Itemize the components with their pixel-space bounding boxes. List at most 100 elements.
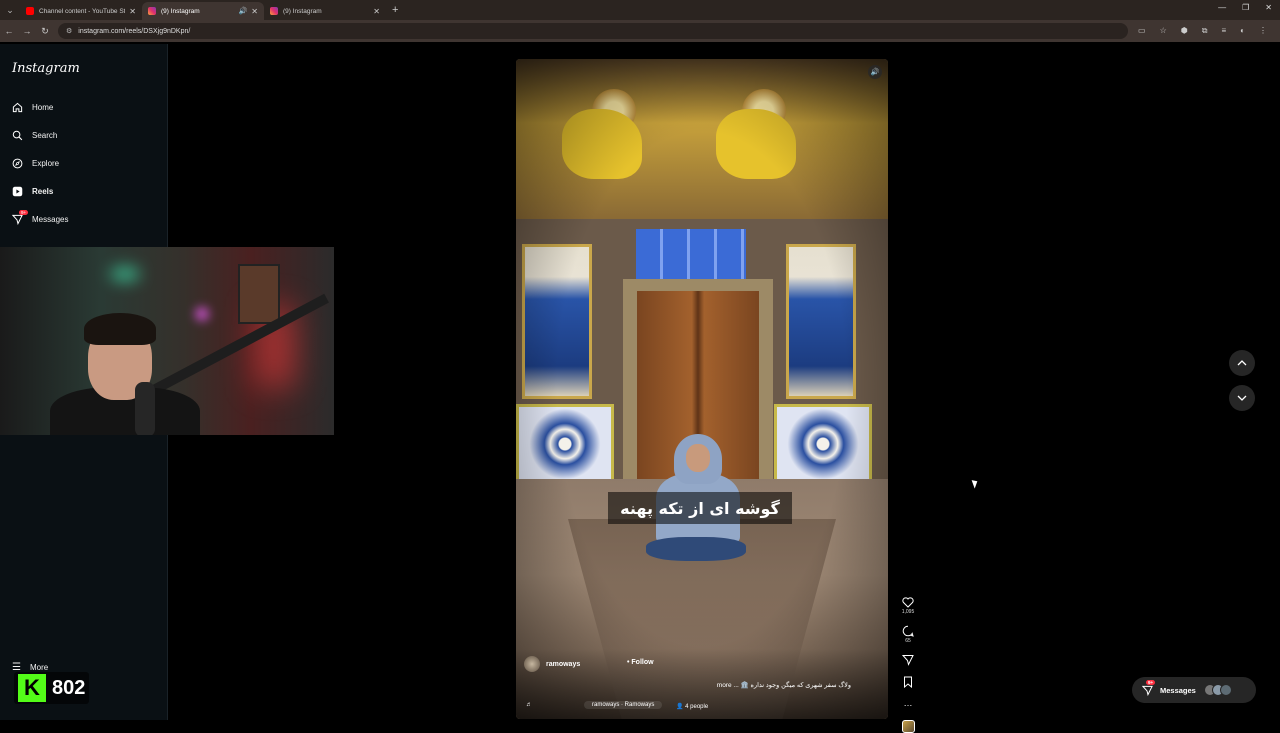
ellipsis-icon: …: [903, 698, 913, 708]
cast-icon[interactable]: ▭: [1138, 26, 1146, 36]
extension-icon[interactable]: ⬢: [1181, 26, 1188, 36]
tab-instagram-active[interactable]: (9) Instagram 🔊 ✕: [142, 2, 264, 20]
tab-search-icon[interactable]: ⌄: [0, 0, 20, 20]
kick-logo: K: [18, 674, 46, 702]
tab-title: (9) Instagram: [161, 7, 200, 15]
tab-title: Channel content - YouTube Stu: [39, 7, 126, 15]
sidebar-item-label: Reels: [32, 187, 54, 196]
bookmark-star-icon[interactable]: ☆: [1160, 26, 1167, 36]
heart-icon: [902, 597, 914, 608]
instagram-logo[interactable]: Instagram: [12, 61, 80, 76]
site-info-icon[interactable]: ⚙: [66, 27, 72, 35]
like-count: 1,095: [901, 609, 915, 615]
kick-viewer-overlay: K 802: [14, 672, 90, 704]
audio-thumbnail[interactable]: [901, 720, 915, 733]
reels-icon: [12, 186, 23, 197]
bookmark-icon: [904, 676, 912, 688]
audio-playing-icon[interactable]: 🔊: [239, 7, 248, 15]
more-options-button[interactable]: …: [904, 698, 913, 708]
follow-button[interactable]: • Follow: [627, 659, 654, 666]
sidebar-item-label: Search: [32, 131, 58, 140]
reel-actions: 1,095 65 …: [898, 597, 918, 733]
webcam-light: [110, 267, 140, 281]
sidebar-item-label: Home: [32, 103, 54, 112]
volume-icon[interactable]: 🔊: [868, 65, 882, 79]
viewer-count: 802: [52, 676, 86, 699]
previous-reel-button[interactable]: [1229, 350, 1255, 376]
messenger-icon: [1142, 685, 1153, 696]
comment-icon: [902, 625, 914, 637]
tab-youtube-studio[interactable]: Channel content - YouTube Stu ✕: [20, 2, 142, 20]
reel-video[interactable]: گوشه ای از تکه پهنه 🔊 ramoways • Follow …: [516, 59, 888, 719]
tagged-people-label: 4 people: [685, 704, 709, 710]
compass-icon: [12, 158, 23, 169]
webcam-light: [195, 307, 209, 321]
author-username[interactable]: ramoways: [546, 661, 580, 668]
browser-tab-strip: ⌄ Channel content - YouTube Stu ✕ (9) In…: [0, 0, 1280, 20]
save-button[interactable]: [903, 676, 913, 688]
microphone: [135, 382, 155, 435]
window-controls: — ❐ ✕: [1218, 3, 1272, 12]
avatar[interactable]: [524, 656, 540, 672]
share-icon: [902, 655, 914, 666]
sidebar-item-home[interactable]: Home: [12, 102, 53, 113]
tab-instagram[interactable]: (9) Instagram ✕: [264, 2, 386, 20]
minimize-icon[interactable]: —: [1218, 3, 1226, 12]
instagram-page: Instagram Home Search Explore Reels 9+ M…: [0, 44, 1280, 733]
webcam-overlay: [0, 247, 334, 435]
close-tab-icon[interactable]: ✕: [373, 7, 380, 16]
home-icon: [12, 102, 23, 113]
avatar: [1219, 684, 1232, 696]
new-tab-button[interactable]: +: [392, 4, 398, 16]
like-button[interactable]: 1,095: [901, 597, 915, 615]
url-text: instagram.com/reels/DSXjg9nDKpn/: [78, 27, 191, 35]
search-icon: [12, 130, 23, 141]
forward-icon[interactable]: →: [18, 26, 36, 36]
next-reel-button[interactable]: [1229, 385, 1255, 411]
video-vignette: [516, 59, 888, 719]
notification-badge: 9+: [19, 210, 29, 215]
recent-chat-avatars: [1203, 684, 1232, 696]
music-note-icon: ♬: [526, 702, 532, 708]
close-window-icon[interactable]: ✕: [1265, 3, 1272, 12]
chevron-down-icon: [1237, 395, 1247, 401]
reload-icon[interactable]: ↻: [36, 26, 54, 37]
profile-icon[interactable]: ◐: [1240, 26, 1245, 36]
close-tab-icon[interactable]: ✕: [129, 7, 136, 16]
sidebar-item-reels[interactable]: Reels: [12, 186, 53, 197]
reel-author[interactable]: ramoways: [524, 656, 580, 672]
menu-icon[interactable]: ⋮: [1259, 26, 1267, 36]
puzzle-icon[interactable]: ⧉: [1202, 26, 1208, 36]
tagged-people[interactable]: 👤 4 people: [676, 703, 708, 710]
instagram-favicon-icon: [270, 7, 278, 15]
follow-label: Follow: [631, 659, 654, 666]
video-subtitle: گوشه ای از تکه پهنه: [608, 492, 792, 524]
sidebar-item-explore[interactable]: Explore: [12, 158, 59, 169]
sidebar-item-label: More: [29, 663, 49, 672]
messages-popover-button[interactable]: 9+ Messages: [1132, 677, 1256, 703]
address-bar[interactable]: ⚙ instagram.com/reels/DSXjg9nDKpn/: [58, 23, 1128, 39]
sidebar-item-search[interactable]: Search: [12, 130, 57, 141]
tab-title: (9) Instagram: [283, 7, 322, 15]
back-icon[interactable]: ←: [0, 26, 18, 36]
sidebar-item-label: Explore: [32, 159, 60, 168]
sidebar-item-messages[interactable]: 9+ Messages: [12, 210, 68, 225]
instagram-favicon-icon: [148, 7, 156, 15]
notification-badge: 9+: [1146, 680, 1156, 685]
media-icon[interactable]: ≡: [1221, 26, 1226, 36]
chevron-up-icon: [1237, 360, 1247, 366]
youtube-favicon-icon: [26, 7, 34, 15]
comment-button[interactable]: 65: [902, 625, 914, 644]
close-tab-icon[interactable]: ✕: [251, 7, 258, 16]
browser-toolbar: ← → ↻ ⚙ instagram.com/reels/DSXjg9nDKpn/…: [0, 20, 1280, 42]
mouse-cursor: [971, 478, 980, 489]
share-button[interactable]: [902, 654, 914, 666]
comment-count: 65: [905, 638, 911, 644]
messenger-icon: 9+: [12, 210, 29, 225]
reel-caption[interactable]: ولاگ سفر شهری که میگن وجود نداره 🏛️ ... …: [706, 681, 851, 689]
restore-icon[interactable]: ❐: [1242, 3, 1249, 12]
streamer-hair: [84, 313, 156, 345]
messages-label: Messages: [1160, 685, 1196, 695]
reel-audio[interactable]: ♬ ramoways · Ramoways: [526, 701, 663, 709]
audio-track[interactable]: ramoways · Ramoways: [584, 701, 663, 709]
